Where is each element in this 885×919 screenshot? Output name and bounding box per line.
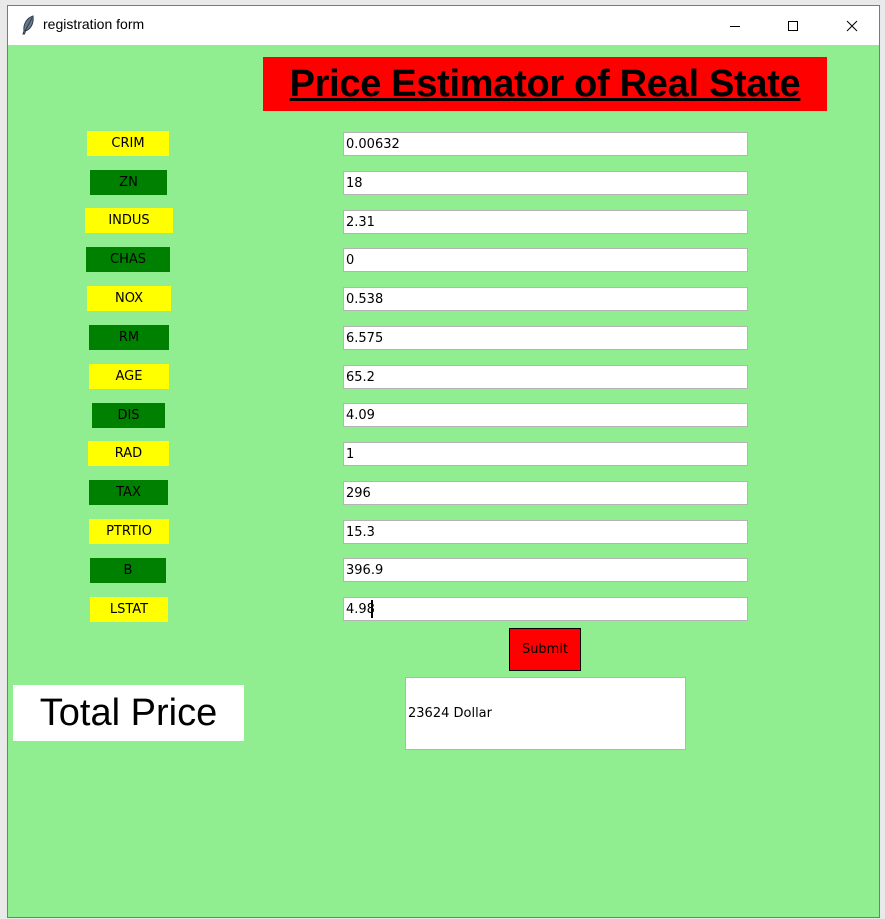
crim-field[interactable] (343, 132, 748, 156)
label-nox: NOX (87, 286, 171, 311)
label-dis: DIS (92, 403, 165, 428)
zn-field[interactable] (343, 171, 748, 195)
label-chas: CHAS (86, 247, 170, 272)
page-title: Price Estimator of Real State (263, 57, 827, 111)
minimize-button[interactable] (712, 6, 758, 45)
label-crim: CRIM (87, 131, 169, 156)
result-text: 23624 Dollar (408, 706, 492, 721)
minimize-icon (729, 20, 741, 32)
label-rm: RM (89, 325, 169, 350)
nox-field[interactable] (343, 287, 748, 311)
label-lstat: LSTAT (90, 597, 168, 622)
label-age: AGE (89, 364, 169, 389)
form-area: Price Estimator of Real State CRIM ZN IN… (8, 45, 879, 917)
maximize-icon (787, 20, 799, 32)
result-display: 23624 Dollar (405, 677, 686, 750)
dis-field[interactable] (343, 403, 748, 427)
label-indus: INDUS (85, 208, 173, 233)
total-price-label: Total Price (13, 685, 244, 741)
close-button[interactable] (829, 6, 875, 45)
age-field[interactable] (343, 365, 748, 389)
app-window: registration form Price Estimator of Rea… (7, 5, 880, 918)
tax-field[interactable] (343, 481, 748, 505)
title-bar[interactable]: registration form (8, 6, 879, 45)
chas-field[interactable] (343, 248, 748, 272)
maximize-button[interactable] (770, 6, 816, 45)
rm-field[interactable] (343, 326, 748, 350)
window-title: registration form (43, 16, 145, 32)
label-b: B (90, 558, 166, 583)
text-cursor (371, 600, 373, 618)
label-rad: RAD (88, 441, 169, 466)
label-zn: ZN (90, 170, 167, 195)
lstat-field[interactable] (343, 597, 748, 621)
close-icon (846, 20, 858, 32)
label-tax: TAX (89, 480, 168, 505)
ptrtio-field[interactable] (343, 520, 748, 544)
feather-icon (20, 15, 36, 35)
submit-button[interactable]: Submit (509, 628, 581, 671)
rad-field[interactable] (343, 442, 748, 466)
label-ptrtio: PTRTIO (89, 519, 169, 544)
indus-field[interactable] (343, 210, 748, 234)
b-field[interactable] (343, 558, 748, 582)
